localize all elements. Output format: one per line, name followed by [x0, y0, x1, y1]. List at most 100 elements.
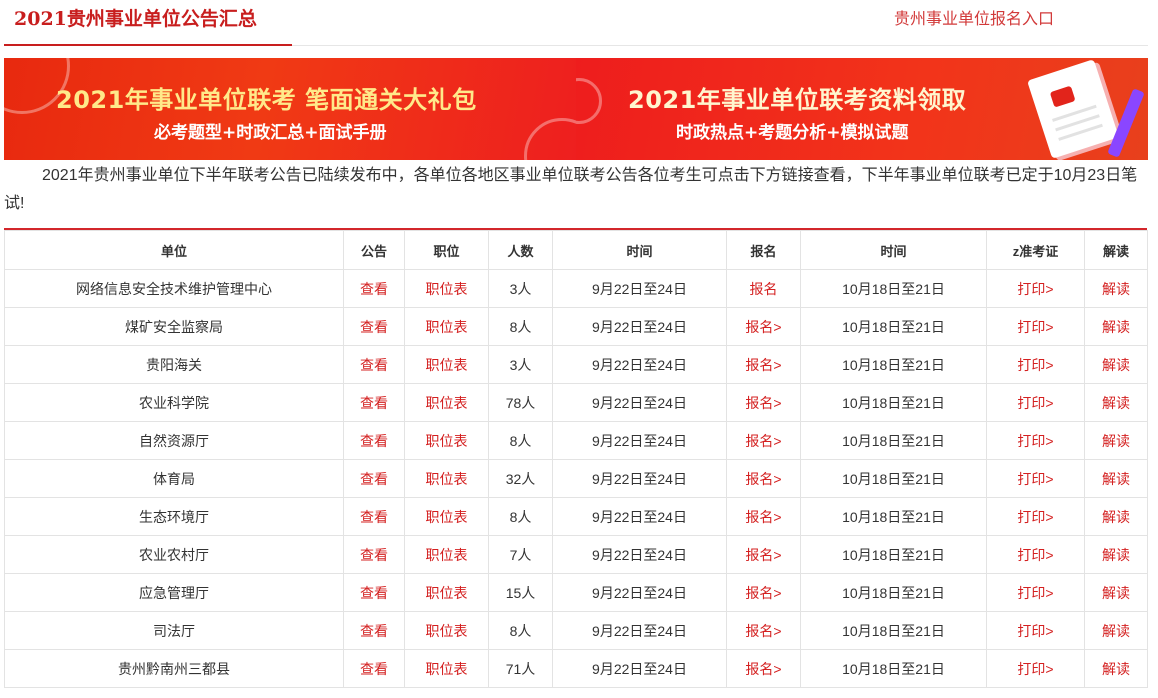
- print-admission-link[interactable]: 打印>: [1017, 281, 1053, 297]
- analysis-link[interactable]: 解读: [1102, 471, 1130, 487]
- register-link[interactable]: 报名>: [745, 395, 781, 411]
- positions-link[interactable]: 职位表: [426, 509, 468, 525]
- print-admission-link[interactable]: 打印>: [1017, 395, 1053, 411]
- table-row: 煤矿安全监察局 查看 职位表 8人 9月22日至24日 报名> 10月18日至21日 打印> 解…: [4, 307, 1148, 346]
- register-entry-link[interactable]: 贵州事业单位报名入口: [894, 5, 1054, 29]
- cell-register-link: 报名>: [726, 611, 801, 650]
- cell-register-link: 报名>: [726, 421, 801, 460]
- banner-sub-text: 必考题型+时政汇总+面试手册: [154, 123, 387, 143]
- notice-link[interactable]: 查看: [360, 433, 388, 449]
- positions-link[interactable]: 职位表: [426, 395, 468, 411]
- print-admission-link[interactable]: 打印>: [1017, 547, 1053, 563]
- cell-notice-link: 查看: [343, 345, 405, 384]
- notice-link[interactable]: 查看: [360, 471, 388, 487]
- cell-headcount: 8人: [488, 307, 553, 346]
- cell-positions-link: 职位表: [404, 383, 489, 422]
- cell-analysis-link: 解读: [1084, 611, 1148, 650]
- cell-admission-time: 10月18日至21日: [800, 497, 987, 536]
- analysis-link[interactable]: 解读: [1102, 623, 1130, 639]
- print-admission-link[interactable]: 打印>: [1017, 471, 1053, 487]
- cell-analysis-link: 解读: [1084, 459, 1148, 498]
- register-link[interactable]: 报名>: [745, 623, 781, 639]
- cell-positions-link: 职位表: [404, 535, 489, 574]
- page-title: 2021贵州事业单位公告汇总: [14, 8, 257, 30]
- analysis-link[interactable]: 解读: [1102, 509, 1130, 525]
- notice-link[interactable]: 查看: [360, 509, 388, 525]
- analysis-link[interactable]: 解读: [1102, 281, 1130, 297]
- print-admission-link[interactable]: 打印>: [1017, 585, 1053, 601]
- cell-registration-time: 9月22日至24日: [552, 497, 727, 536]
- notice-link[interactable]: 查看: [360, 357, 388, 373]
- cell-positions-link: 职位表: [404, 345, 489, 384]
- banner-materials[interactable]: 2021年事业单位联考资料领取 时政热点+考题分析+模拟试题: [576, 58, 1148, 160]
- cell-print-admission-link: 打印>: [986, 649, 1085, 688]
- banner-main-text: 2021年事业单位联考 笔面通关大礼包: [56, 86, 477, 114]
- cell-headcount: 71人: [488, 649, 553, 688]
- table-row: 贵阳海关 查看 职位表 3人 9月22日至24日 报名> 10月18日至21日 打印> 解读: [4, 345, 1148, 384]
- table-row: 网络信息安全技术维护管理中心 查看 职位表 3人 9月22日至24日 报名 10月18日至2…: [4, 269, 1148, 308]
- notice-link[interactable]: 查看: [360, 281, 388, 297]
- register-link[interactable]: 报名>: [745, 509, 781, 525]
- notice-link[interactable]: 查看: [360, 623, 388, 639]
- analysis-link[interactable]: 解读: [1102, 357, 1130, 373]
- table-row: 农业农村厅 查看 职位表 7人 9月22日至24日 报名> 10月18日至21日 打印> 解读: [4, 535, 1148, 574]
- print-admission-link[interactable]: 打印>: [1017, 661, 1053, 677]
- print-admission-link[interactable]: 打印>: [1017, 623, 1053, 639]
- register-link[interactable]: 报名: [750, 281, 778, 297]
- analysis-link[interactable]: 解读: [1102, 433, 1130, 449]
- positions-link[interactable]: 职位表: [426, 281, 468, 297]
- cell-admission-time: 10月18日至21日: [800, 307, 987, 346]
- print-admission-link[interactable]: 打印>: [1017, 433, 1053, 449]
- cell-unit-name: 应急管理厅: [4, 573, 344, 612]
- notice-link[interactable]: 查看: [360, 547, 388, 563]
- cell-admission-time: 10月18日至21日: [800, 649, 987, 688]
- cell-notice-link: 查看: [343, 307, 405, 346]
- print-admission-link[interactable]: 打印>: [1017, 509, 1053, 525]
- banner-exam-package[interactable]: 2021年事业单位联考 笔面通关大礼包 必考题型+时政汇总+面试手册: [4, 58, 576, 160]
- print-admission-link[interactable]: 打印>: [1017, 357, 1053, 373]
- positions-link[interactable]: 职位表: [426, 623, 468, 639]
- positions-link[interactable]: 职位表: [426, 319, 468, 335]
- positions-link[interactable]: 职位表: [426, 547, 468, 563]
- positions-link[interactable]: 职位表: [426, 471, 468, 487]
- notice-link[interactable]: 查看: [360, 661, 388, 677]
- cell-print-admission-link: 打印>: [986, 269, 1085, 308]
- cell-unit-name: 体育局: [4, 459, 344, 498]
- cell-registration-time: 9月22日至24日: [552, 421, 727, 460]
- analysis-link[interactable]: 解读: [1102, 395, 1130, 411]
- positions-link[interactable]: 职位表: [426, 585, 468, 601]
- positions-link[interactable]: 职位表: [426, 357, 468, 373]
- notice-link[interactable]: 查看: [360, 319, 388, 335]
- cell-registration-time: 9月22日至24日: [552, 307, 727, 346]
- register-link[interactable]: 报名>: [745, 357, 781, 373]
- positions-link[interactable]: 职位表: [426, 661, 468, 677]
- register-link[interactable]: 报名>: [745, 471, 781, 487]
- column-header-analysis: 解读: [1084, 230, 1148, 270]
- cell-positions-link: 职位表: [404, 459, 489, 498]
- analysis-link[interactable]: 解读: [1102, 585, 1130, 601]
- cell-print-admission-link: 打印>: [986, 535, 1085, 574]
- analysis-link[interactable]: 解读: [1102, 547, 1130, 563]
- register-link[interactable]: 报名>: [745, 547, 781, 563]
- positions-link[interactable]: 职位表: [426, 433, 468, 449]
- cell-analysis-link: 解读: [1084, 421, 1148, 460]
- intro-paragraph: 2021年贵州事业单位下半年联考公告已陆续发布中，各单位各地区事业单位联考公告各…: [4, 167, 1138, 212]
- notice-link[interactable]: 查看: [360, 585, 388, 601]
- print-admission-link[interactable]: 打印>: [1017, 319, 1053, 335]
- banner-sub-text: 时政热点+考题分析+模拟试题: [676, 123, 909, 143]
- column-header-exam-time: 时间: [800, 230, 987, 270]
- register-link[interactable]: 报名>: [745, 661, 781, 677]
- analysis-link[interactable]: 解读: [1102, 319, 1130, 335]
- register-link[interactable]: 报名>: [745, 433, 781, 449]
- cell-register-link: 报名>: [726, 383, 801, 422]
- register-link[interactable]: 报名>: [745, 585, 781, 601]
- register-link[interactable]: 报名>: [745, 319, 781, 335]
- cell-admission-time: 10月18日至21日: [800, 535, 987, 574]
- cell-register-link: 报名: [726, 269, 801, 308]
- column-header-positions: 职位: [404, 230, 489, 270]
- cell-unit-name: 农业农村厅: [4, 535, 344, 574]
- page-header: 2021贵州事业单位公告汇总 贵州事业单位报名入口: [0, 0, 1158, 46]
- column-header-reg-time: 时间: [552, 230, 727, 270]
- analysis-link[interactable]: 解读: [1102, 661, 1130, 677]
- notice-link[interactable]: 查看: [360, 395, 388, 411]
